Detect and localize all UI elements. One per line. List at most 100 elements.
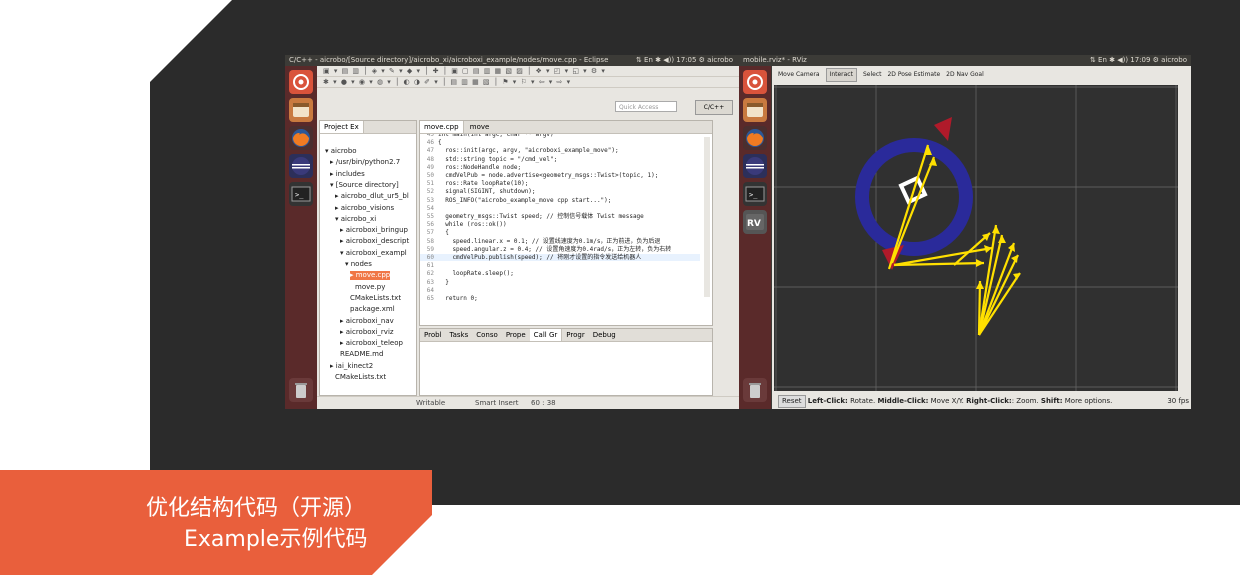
project-explorer: Project Ex ▾ aicrobo ▸ /usr/bin/python2.7… bbox=[319, 120, 417, 396]
svg-text:>_: >_ bbox=[749, 191, 758, 199]
caption-line-1: 优化结构代码（开源） bbox=[146, 496, 367, 521]
rviz-tool-button[interactable]: 2D Pose Estimate bbox=[887, 66, 940, 84]
help-desc: More options. bbox=[1062, 397, 1113, 405]
tree-item[interactable]: ▸ iai_kinect2 bbox=[330, 362, 373, 371]
code-line: 48 std::string topic = "/cmd_vel"; bbox=[420, 156, 700, 163]
trash-icon-2[interactable] bbox=[743, 378, 767, 402]
tree-item[interactable]: CMakeLists.txt bbox=[350, 294, 401, 303]
eclipse-toolbar-row2: ✱ ▾ ● ▾ ◉ ▾ ◍ ▾ │ ◐ ◑ ✐ ▾ │ ▤ ▥ ▦ ▧ │ ⚑ … bbox=[317, 77, 739, 88]
line-number: 51 bbox=[426, 180, 434, 188]
rviz-tool-button[interactable]: 2D Nav Goal bbox=[946, 66, 984, 84]
line-number: 50 bbox=[426, 172, 434, 179]
tree-item[interactable]: README.md bbox=[340, 350, 383, 359]
line-number: 58 bbox=[426, 237, 434, 245]
help-key: Middle-Click: bbox=[877, 397, 929, 405]
tree-item[interactable]: ▸ move.cpp bbox=[350, 271, 391, 281]
rviz-3d-viewport[interactable] bbox=[774, 85, 1178, 391]
tree-item[interactable]: ▸ aicroboxi_teleop bbox=[340, 339, 403, 348]
ubuntu-dash-icon[interactable] bbox=[289, 70, 313, 94]
firefox-icon-2[interactable] bbox=[743, 126, 767, 150]
code-line: 64 bbox=[420, 287, 700, 294]
eclipse-toolbar-row1: ▣ ▾ ▤ ▥ │ ◈ ▾ ✎ ▾ ◆ ▾ │ ✚ │ ▣ ▢ ▤ ▥ ▦ ▧ … bbox=[317, 66, 739, 77]
perspective-cpp-button[interactable]: C/C++ bbox=[695, 100, 733, 115]
tree-item[interactable]: move.py bbox=[355, 283, 385, 292]
code-line: 45 int main(int argc, char ** argv) bbox=[420, 134, 700, 138]
rviz-system-tray: ⇅ En ✱ ◀)) 17:09 ⚙ aicrobo bbox=[1089, 56, 1187, 64]
rviz-tool-button[interactable]: Interact bbox=[825, 68, 857, 82]
code-line: 59 speed.angular.z = 0.4; // 设置角速度为0.4ra… bbox=[420, 246, 700, 253]
tree-item[interactable]: ▸ aicroboxi_descript bbox=[340, 237, 409, 246]
tree-item[interactable]: ▾ aicrobo_xi bbox=[335, 215, 376, 224]
tab-move[interactable]: move bbox=[466, 121, 494, 133]
line-number: 60 bbox=[426, 254, 434, 261]
bottom-panel-tabrow: Probl Tasks Conso Prope Call Gr Progr Debug bbox=[420, 329, 712, 342]
quick-access-input[interactable]: Quick Access bbox=[615, 101, 677, 112]
grid bbox=[774, 85, 1178, 391]
tree-item[interactable]: ▸ aicroboxi_nav bbox=[340, 317, 394, 326]
tree-item[interactable]: ▾ nodes bbox=[345, 260, 372, 269]
tree-item[interactable]: ▾ [Source directory] bbox=[330, 181, 399, 190]
code-text: } bbox=[438, 278, 449, 286]
toolbar-icons-row2[interactable]: ✱ ▾ ● ▾ ◉ ▾ ◍ ▾ │ ◐ ◑ ✐ ▾ │ ▤ ▥ ▦ ▧ │ ⚑ … bbox=[323, 78, 571, 86]
code-text: { bbox=[438, 229, 449, 237]
eclipse-launcher-icon-2[interactable] bbox=[743, 154, 767, 178]
eclipse-statusbar: Writable Smart Insert 60 : 38 bbox=[317, 396, 739, 409]
rviz-window: Move Camera Interact Select 2D Pose Estimat… bbox=[772, 66, 1191, 409]
project-explorer-tabrow: Project Ex bbox=[320, 121, 416, 134]
bottom-tab[interactable]: Conso bbox=[472, 329, 502, 341]
bottom-tab[interactable]: Progr bbox=[562, 329, 588, 341]
rviz-launcher-icon[interactable]: RV bbox=[743, 210, 767, 234]
line-number: 64 bbox=[426, 286, 434, 294]
bottom-tab[interactable]: Prope bbox=[502, 329, 530, 341]
toolbar-icons-row1[interactable]: ▣ ▾ ▤ ▥ │ ◈ ▾ ✎ ▾ ◆ ▾ │ ✚ │ ▣ ▢ ▤ ▥ ▦ ▧ … bbox=[323, 67, 606, 75]
line-number: 56 bbox=[426, 221, 434, 229]
tree-item[interactable]: CMakeLists.txt bbox=[335, 373, 386, 382]
tree-item[interactable]: ▾ aicroboxi_exampl bbox=[340, 249, 407, 258]
code-text: return 0; bbox=[438, 295, 478, 302]
code-text: ros::NodeHandle node; bbox=[438, 163, 522, 171]
code-text: int main(int argc, char ** argv) bbox=[438, 134, 554, 138]
reset-button[interactable]: Reset bbox=[778, 395, 806, 408]
bottom-tab[interactable]: Tasks bbox=[446, 329, 473, 341]
line-number: 52 bbox=[426, 188, 434, 196]
code-line: 65 return 0; bbox=[420, 295, 700, 302]
eclipse-launcher-icon[interactable] bbox=[289, 154, 313, 178]
firefox-icon[interactable] bbox=[289, 126, 313, 150]
code-text: cmdVelPub = node.advertise<geometry_msgs… bbox=[438, 172, 659, 179]
ubuntu-dash-icon-2[interactable] bbox=[743, 70, 767, 94]
rviz-tool-button[interactable]: Select bbox=[863, 66, 882, 84]
line-number: 61 bbox=[426, 262, 434, 270]
code-line: 54 bbox=[420, 205, 700, 212]
bottom-tab[interactable]: Debug bbox=[589, 329, 620, 341]
files-icon-2[interactable] bbox=[743, 98, 767, 122]
tab-move-cpp[interactable]: move.cpp bbox=[420, 121, 464, 133]
files-icon[interactable] bbox=[289, 98, 313, 122]
bottom-tab[interactable]: Call Gr bbox=[529, 329, 563, 341]
line-number: 47 bbox=[426, 147, 434, 155]
tree-item[interactable]: ▸ aicroboxi_rviz bbox=[340, 328, 394, 337]
tree-item[interactable]: ▸ includes bbox=[330, 170, 365, 179]
interactive-arrow-top[interactable] bbox=[934, 117, 952, 141]
tab-project-explorer[interactable]: Project Ex bbox=[320, 121, 364, 133]
code-text: ROS_INFO("aicrobo_example_move cpp start… bbox=[438, 196, 612, 204]
trash-icon[interactable] bbox=[289, 378, 313, 402]
tree-item[interactable]: ▸ /usr/bin/python2.7 bbox=[330, 158, 400, 167]
eclipse-window-title: C/C++ - aicrobo/[Source directory]/aicro… bbox=[289, 56, 609, 64]
code-area[interactable]: 45 int main(int argc, char ** argv) 46 {47 … bbox=[420, 134, 700, 325]
rviz-tool-button[interactable]: Move Camera bbox=[778, 66, 820, 84]
tree-item[interactable]: package.xml bbox=[350, 305, 395, 314]
tree-item[interactable]: ▸ aicrobo_visions bbox=[335, 204, 394, 213]
tree-item[interactable]: ▸ aicroboxi_bringup bbox=[340, 226, 408, 235]
terminal-icon[interactable]: >_ bbox=[289, 182, 313, 206]
bottom-tab[interactable]: Probl bbox=[420, 329, 446, 341]
code-line: 51 ros::Rate loopRate(10); bbox=[420, 180, 700, 187]
terminal-icon-2[interactable]: >_ bbox=[743, 182, 767, 206]
code-line: 62 loopRate.sleep(); bbox=[420, 270, 700, 277]
help-key: Right-Click: bbox=[966, 397, 1012, 405]
code-line: 53 ROS_INFO("aicrobo_example_move cpp st… bbox=[420, 197, 700, 204]
code-editor: move.cpp move 45 int main(int argc, char … bbox=[419, 120, 713, 326]
editor-scrollbar[interactable] bbox=[704, 137, 710, 297]
tree-item[interactable]: ▸ aicrobo_dlut_ur5_bl bbox=[335, 192, 409, 201]
tree-item[interactable]: ▾ aicrobo bbox=[325, 147, 357, 156]
line-number: 48 bbox=[426, 155, 434, 163]
